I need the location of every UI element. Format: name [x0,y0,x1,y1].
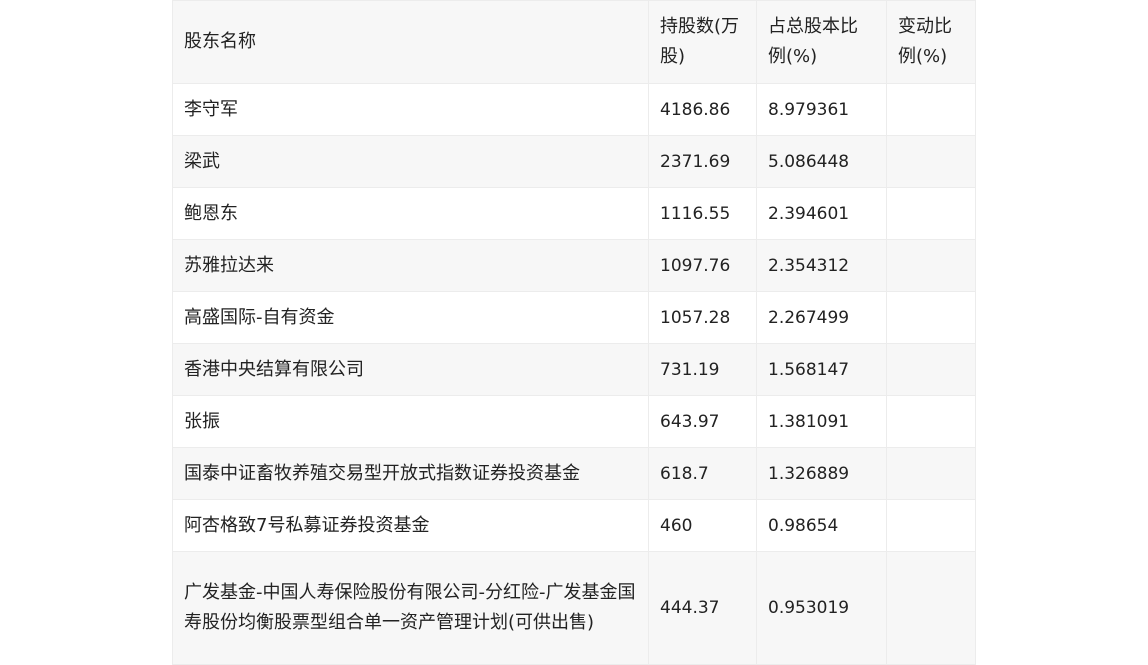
table-row: 鲍恩东 1116.55 2.394601 [172,187,976,240]
cell-ratio: 2.394601 [756,187,887,240]
cell-name: 广发基金-中国人寿保险股份有限公司-分红险-广发基金国寿股份均衡股票型组合单一资… [172,551,649,665]
cell-shares: 643.97 [648,395,757,448]
header-change: 变动比例(%) [886,0,976,84]
cell-change [886,239,976,292]
cell-change [886,187,976,240]
cell-ratio: 8.979361 [756,83,887,136]
cell-change [886,83,976,136]
cell-shares: 2371.69 [648,135,757,188]
cell-change [886,551,976,665]
cell-change [886,395,976,448]
cell-shares: 1097.76 [648,239,757,292]
cell-name: 高盛国际-自有资金 [172,291,649,344]
cell-name: 李守军 [172,83,649,136]
cell-change [886,499,976,552]
table-row: 阿杏格致7号私募证券投资基金 460 0.98654 [172,499,976,552]
header-ratio: 占总股本比例(%) [756,0,887,84]
cell-ratio: 2.354312 [756,239,887,292]
header-shares: 持股数(万股) [648,0,757,84]
cell-ratio: 0.953019 [756,551,887,665]
table-row: 国泰中证畜牧养殖交易型开放式指数证券投资基金 618.7 1.326889 [172,447,976,500]
cell-shares: 444.37 [648,551,757,665]
table-row: 李守军 4186.86 8.979361 [172,83,976,136]
cell-ratio: 5.086448 [756,135,887,188]
cell-name: 国泰中证畜牧养殖交易型开放式指数证券投资基金 [172,447,649,500]
cell-name: 鲍恩东 [172,187,649,240]
cell-shares: 1116.55 [648,187,757,240]
cell-name: 阿杏格致7号私募证券投资基金 [172,499,649,552]
table-header: 股东名称 持股数(万股) 占总股本比例(%) 变动比例(%) [172,0,976,84]
cell-shares: 460 [648,499,757,552]
table-row: 张振 643.97 1.381091 [172,395,976,448]
cell-change [886,291,976,344]
cell-change [886,135,976,188]
header-shareholder-name: 股东名称 [172,0,649,84]
cell-shares: 1057.28 [648,291,757,344]
cell-name: 香港中央结算有限公司 [172,343,649,396]
shareholder-table-container: 股东名称 持股数(万股) 占总股本比例(%) 变动比例(%) 李守军 4186.… [172,0,976,665]
cell-name: 张振 [172,395,649,448]
cell-ratio: 2.267499 [756,291,887,344]
table-row: 梁武 2371.69 5.086448 [172,135,976,188]
cell-name: 苏雅拉达来 [172,239,649,292]
table-row: 广发基金-中国人寿保险股份有限公司-分红险-广发基金国寿股份均衡股票型组合单一资… [172,551,976,665]
table-row: 苏雅拉达来 1097.76 2.354312 [172,239,976,292]
cell-ratio: 1.381091 [756,395,887,448]
cell-shares: 4186.86 [648,83,757,136]
header-row: 股东名称 持股数(万股) 占总股本比例(%) 变动比例(%) [172,0,976,84]
cell-change [886,343,976,396]
cell-ratio: 0.98654 [756,499,887,552]
table-row: 高盛国际-自有资金 1057.28 2.267499 [172,291,976,344]
cell-name: 梁武 [172,135,649,188]
cell-change [886,447,976,500]
cell-shares: 731.19 [648,343,757,396]
cell-ratio: 1.326889 [756,447,887,500]
shareholder-table: 股东名称 持股数(万股) 占总股本比例(%) 变动比例(%) 李守军 4186.… [172,0,976,665]
cell-ratio: 1.568147 [756,343,887,396]
cell-shares: 618.7 [648,447,757,500]
table-body: 李守军 4186.86 8.979361 梁武 2371.69 5.086448… [172,83,976,665]
table-row: 香港中央结算有限公司 731.19 1.568147 [172,343,976,396]
